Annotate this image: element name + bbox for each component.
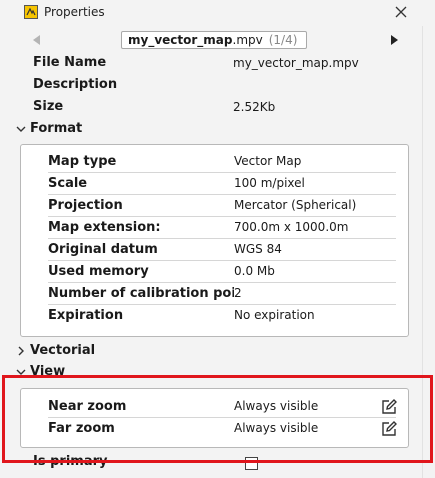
size-label: Size	[33, 99, 64, 114]
size-value: 2.52Kb	[233, 100, 276, 114]
section-vectorial[interactable]: Vectorial	[16, 343, 95, 358]
projection-label: Projection	[48, 198, 123, 213]
table-row: Map type Vector Map	[48, 151, 396, 173]
file-tab[interactable]: my_vector_map.mpv (1/4)	[121, 31, 307, 49]
table-row: Original datum WGS 84	[48, 239, 396, 261]
is-primary-checkbox[interactable]	[245, 457, 258, 470]
scrollbar-track[interactable]	[422, 26, 423, 478]
far-zoom-value: Always visible	[234, 421, 319, 435]
original-datum-label: Original datum	[48, 242, 158, 257]
section-format-label: Format	[30, 121, 83, 136]
table-row: Map extension: 700.0m x 1000.0m	[48, 217, 396, 239]
section-format[interactable]: Format	[16, 121, 82, 136]
window-title: Properties	[44, 5, 105, 19]
edit-icon[interactable]	[380, 420, 398, 438]
file-tab-index: (1/4)	[268, 33, 298, 47]
is-primary-label: Is primary	[33, 454, 108, 469]
used-memory-label: Used memory	[48, 264, 149, 279]
section-view[interactable]: View	[16, 364, 65, 379]
file-name-label: File Name	[33, 55, 107, 70]
format-group: Map type Vector Map Scale 100 m/pixel Pr…	[20, 144, 409, 337]
far-zoom-label: Far zoom	[48, 421, 115, 436]
map-extension-label: Map extension:	[48, 220, 161, 235]
view-group: Near zoom Always visible Far zoom Always…	[20, 388, 409, 448]
table-row: Far zoom Always visible	[48, 418, 396, 440]
table-row: Expiration No expiration	[48, 305, 396, 327]
expiration-value: No expiration	[234, 308, 315, 322]
calibration-points-label: Number of calibration points	[48, 286, 234, 301]
file-tab-name: my_vector_map	[128, 33, 233, 47]
map-extension-value: 700.0m x 1000.0m	[234, 220, 349, 234]
section-vectorial-label: Vectorial	[30, 343, 96, 358]
original-datum-value: WGS 84	[234, 242, 282, 256]
projection-value: Mercator (Spherical)	[234, 198, 357, 212]
chevron-down-icon	[16, 369, 26, 375]
arrow-left-icon[interactable]	[30, 32, 44, 48]
scale-value: 100 m/pixel	[234, 176, 305, 190]
map-type-value: Vector Map	[234, 154, 302, 168]
table-row: Projection Mercator (Spherical)	[48, 195, 396, 217]
app-icon	[24, 5, 38, 19]
section-view-label: View	[30, 364, 66, 379]
chevron-down-icon	[16, 126, 26, 132]
table-row: Number of calibration points 2	[48, 283, 396, 305]
chevron-right-icon	[18, 346, 24, 355]
scale-label: Scale	[48, 176, 88, 191]
table-row: Near zoom Always visible	[48, 396, 396, 418]
arrow-right-icon[interactable]	[387, 32, 401, 48]
edit-icon[interactable]	[380, 398, 398, 416]
close-icon[interactable]	[392, 3, 410, 21]
table-row: Used memory 0.0 Mb	[48, 261, 396, 283]
map-type-label: Map type	[48, 154, 117, 169]
used-memory-value: 0.0 Mb	[234, 264, 275, 278]
calibration-points-value: 2	[234, 286, 242, 300]
table-row: Scale 100 m/pixel	[48, 173, 396, 195]
expiration-label: Expiration	[48, 308, 124, 323]
description-label: Description	[33, 77, 118, 92]
title-bar: Properties	[0, 0, 435, 26]
near-zoom-value: Always visible	[234, 399, 319, 413]
file-tab-ext: .mpv	[232, 33, 263, 47]
near-zoom-label: Near zoom	[48, 399, 127, 414]
file-name-value: my_vector_map.mpv	[233, 56, 359, 70]
